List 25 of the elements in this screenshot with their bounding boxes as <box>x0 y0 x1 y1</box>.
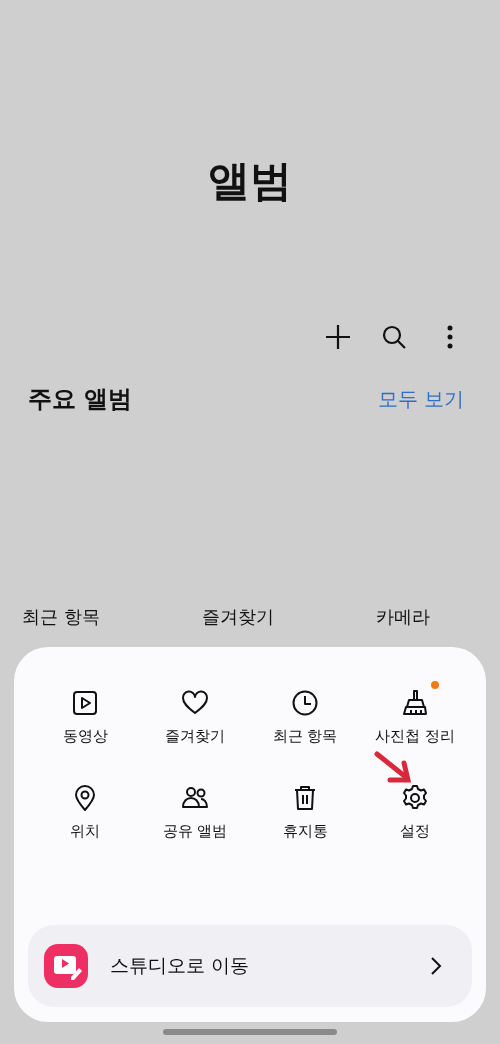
pointer-arrow <box>374 751 414 785</box>
plus-icon <box>325 324 351 350</box>
album-label: 최근 항목 <box>22 605 100 629</box>
menu-item[interactable]: 공유 앨범 <box>140 774 250 843</box>
clock-icon <box>291 689 319 717</box>
studio-button[interactable]: 스튜디오로 이동 <box>28 925 472 1007</box>
page-title: 앨범 <box>207 155 293 207</box>
menu-item[interactable]: 설정 <box>360 774 470 843</box>
menu-item[interactable]: 사진첩 정리 <box>360 679 470 748</box>
section-title: 주요 앨범 <box>28 384 133 415</box>
menu-item[interactable]: 휴지통 <box>250 774 360 843</box>
broom-icon <box>401 689 429 717</box>
menu-item[interactable]: 최근 항목 <box>250 679 360 748</box>
play-icon <box>71 689 99 717</box>
search-icon <box>382 325 406 349</box>
chevron-right-icon <box>430 956 442 976</box>
menu-item[interactable]: 동영상 <box>30 679 140 748</box>
menu-item[interactable]: 즐겨찾기 <box>140 679 250 748</box>
heart-icon <box>181 689 209 717</box>
more-icon <box>447 325 453 349</box>
menu-item[interactable]: 위치 <box>30 774 140 843</box>
settings-icon <box>401 784 429 812</box>
album-label: 즐겨찾기 <box>201 605 274 629</box>
album-label: 카메라 <box>376 605 430 629</box>
studio-app-icon <box>44 944 88 988</box>
